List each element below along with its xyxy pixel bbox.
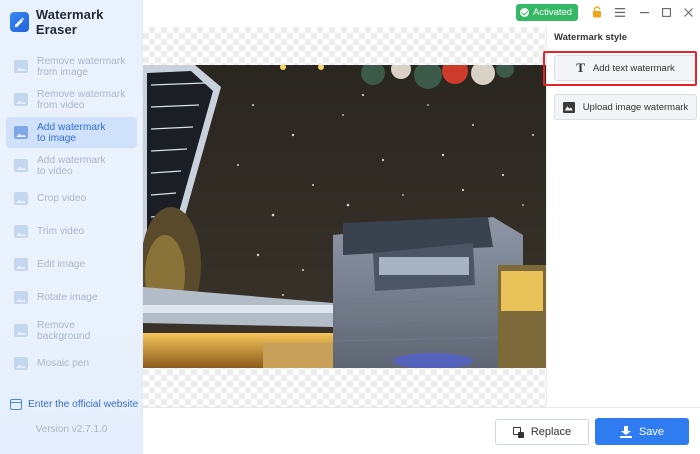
download-icon <box>619 425 632 438</box>
replace-button[interactable]: Replace <box>495 419 589 445</box>
sidebar-item-label: Trim video <box>37 226 85 237</box>
activated-badge: Activated <box>516 4 579 21</box>
replace-label: Replace <box>530 426 572 438</box>
minimize-icon[interactable] <box>637 5 651 19</box>
maximize-icon[interactable] <box>659 5 673 19</box>
app-name: Watermark Eraser <box>35 7 104 37</box>
crop-icon <box>14 192 28 205</box>
sidebar-item-add-watermark-image[interactable]: Add watermark to image <box>6 117 137 148</box>
sidebar-item-rotate-image[interactable]: Rotate image <box>6 282 137 313</box>
activated-label: Activated <box>533 7 573 18</box>
app-logo-icon <box>10 12 29 32</box>
preview-image <box>143 65 546 368</box>
video-icon <box>14 93 28 106</box>
replace-icon <box>512 426 524 438</box>
sidebar-item-label: Remove background <box>37 319 91 342</box>
sidebar-item-remove-background[interactable]: Remove background <box>6 315 137 346</box>
sidebar-item-label: Add watermark to video <box>37 154 106 177</box>
sidebar-item-edit-image[interactable]: Edit image <box>6 249 137 280</box>
sidebar-item-remove-watermark-image[interactable]: Remove watermark from image <box>6 51 137 82</box>
close-icon[interactable] <box>681 5 695 19</box>
image-canvas[interactable] <box>143 27 546 407</box>
image-icon <box>14 126 28 139</box>
sidebar-item-label: Remove watermark from video <box>37 88 126 111</box>
sidebar-item-trim-video[interactable]: Trim video <box>6 216 137 247</box>
video-icon <box>14 159 28 172</box>
sidebar-item-label: Rotate image <box>37 292 98 303</box>
image-icon <box>562 101 575 113</box>
mosaic-icon <box>14 357 28 370</box>
sidebar-item-label: Remove watermark from image <box>37 55 126 78</box>
sidebar-nav: Remove watermark from image Remove waterm… <box>6 51 137 381</box>
official-website-link[interactable]: Enter the official website <box>10 399 138 410</box>
brand: Watermark Eraser <box>10 7 142 37</box>
sidebar-item-mosaic-pen[interactable]: Mosaic pen <box>6 348 137 379</box>
bottom-bar: Replace Save <box>143 407 700 454</box>
trim-icon <box>14 225 28 238</box>
panel-title: Watermark style <box>554 32 628 43</box>
sidebar: Watermark Eraser Remove watermark from im… <box>0 0 143 454</box>
upload-image-watermark-button[interactable]: Upload image watermark <box>554 94 697 120</box>
version-label: Version v2.7.1.0 <box>35 424 108 435</box>
edit-image-icon <box>14 258 28 271</box>
check-icon <box>520 8 529 17</box>
upload-image-watermark-label: Upload image watermark <box>582 101 689 113</box>
sidebar-item-label: Crop video <box>37 193 87 204</box>
sidebar-item-label: Mosaic pen <box>37 358 90 369</box>
highlight-outline <box>543 51 697 86</box>
save-button[interactable]: Save <box>595 418 689 445</box>
menu-icon[interactable] <box>613 5 627 19</box>
rotate-icon <box>14 291 28 304</box>
official-website-label: Enter the official website <box>28 399 139 410</box>
lock-icon[interactable] <box>590 5 604 19</box>
sidebar-item-add-watermark-video[interactable]: Add watermark to video <box>6 150 137 181</box>
image-icon <box>14 60 28 73</box>
remove-bg-icon <box>14 324 28 337</box>
sidebar-item-remove-watermark-video[interactable]: Remove watermark from video <box>6 84 137 115</box>
save-label: Save <box>638 425 665 438</box>
sidebar-item-crop-video[interactable]: Crop video <box>6 183 137 214</box>
sidebar-item-label: Edit image <box>37 259 86 270</box>
website-icon <box>10 399 22 410</box>
sidebar-item-label: Add watermark to image <box>37 121 106 144</box>
